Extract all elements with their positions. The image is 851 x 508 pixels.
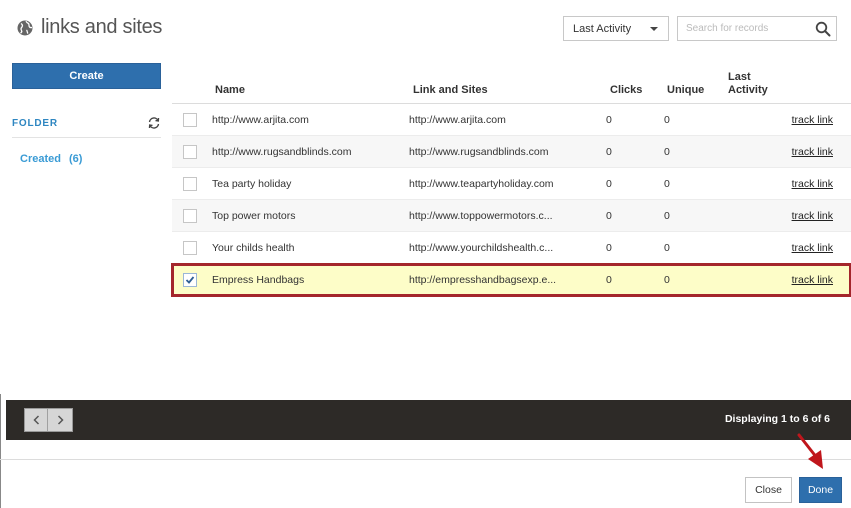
close-button[interactable]: Close — [745, 477, 792, 503]
column-header-link[interactable]: Link and Sites — [413, 84, 488, 97]
dialog-edge — [0, 394, 1, 508]
row-checkbox[interactable] — [183, 241, 197, 255]
row-name: Tea party holiday — [212, 178, 292, 190]
track-link[interactable]: track link — [792, 210, 833, 222]
sort-select-value: Last Activity — [573, 23, 632, 35]
sort-select[interactable]: Last Activity — [563, 16, 669, 41]
row-name: Empress Handbags — [212, 274, 305, 286]
row-link: http://www.rugsandblinds.com — [409, 146, 549, 158]
chevron-right-icon — [57, 415, 64, 425]
table-header: Name Link and Sites Clicks Unique Last A… — [172, 68, 851, 104]
row-unique: 0 — [664, 114, 670, 126]
column-header-unique[interactable]: Unique — [667, 84, 704, 97]
search-icon[interactable] — [815, 21, 831, 37]
row-clicks: 0 — [606, 274, 612, 286]
row-clicks: 0 — [606, 242, 612, 254]
track-link[interactable]: track link — [792, 146, 833, 158]
create-button[interactable]: Create — [12, 63, 161, 89]
row-name: http://www.arjita.com — [212, 114, 309, 126]
row-link: http://www.arjita.com — [409, 114, 506, 126]
row-link: http://www.yourchildshealth.c... — [409, 242, 554, 254]
row-checkbox[interactable] — [183, 145, 197, 159]
row-clicks: 0 — [606, 114, 612, 126]
refresh-icon[interactable] — [147, 116, 161, 130]
done-button[interactable]: Done — [799, 477, 842, 503]
annotation-arrow-icon — [797, 433, 823, 469]
row-link: http://www.teapartyholiday.com — [409, 178, 554, 190]
folder-label: FOLDER — [12, 118, 58, 129]
prev-page-button[interactable] — [25, 409, 48, 431]
row-checkbox[interactable] — [183, 177, 197, 191]
chevron-left-icon — [33, 415, 40, 425]
row-name: Your childs health — [212, 242, 295, 254]
row-link: http://www.toppowermotors.c... — [409, 210, 553, 222]
table-row[interactable]: http://www.arjita.com http://www.arjita.c… — [172, 104, 851, 136]
checkmark-icon — [185, 276, 195, 284]
column-header-name[interactable]: Name — [215, 84, 245, 97]
table-row[interactable]: Tea party holiday http://www.teapartyholi… — [172, 168, 851, 200]
table-row[interactable]: Top power motors http://www.toppowermotor… — [172, 200, 851, 232]
pagination-status: Displaying 1 to 6 of 6 — [724, 413, 830, 425]
folder-item-name: Created — [20, 153, 61, 165]
row-checkbox[interactable] — [183, 273, 197, 287]
folder-item-created[interactable]: Created (6) — [20, 153, 82, 165]
records-table: Name Link and Sites Clicks Unique Last A… — [171, 68, 851, 297]
column-header-last-activity[interactable]: Last Activity — [728, 71, 774, 97]
row-clicks: 0 — [606, 210, 612, 222]
table-row[interactable]: http://www.rugsandblinds.com http://www.r… — [172, 136, 851, 168]
globe-icon — [17, 20, 33, 36]
row-unique: 0 — [664, 242, 670, 254]
row-checkbox[interactable] — [183, 209, 197, 223]
row-clicks: 0 — [606, 178, 612, 190]
caret-down-icon — [650, 27, 658, 31]
pagination-bar: Displaying 1 to 6 of 6 — [6, 400, 851, 440]
folder-header: FOLDER — [12, 116, 161, 138]
row-checkbox[interactable] — [183, 113, 197, 127]
table-row[interactable]: Your childs health http://www.yourchildsh… — [172, 232, 851, 264]
row-unique: 0 — [664, 274, 670, 286]
table-row[interactable]: Empress Handbags http://empresshandbagsex… — [171, 263, 851, 297]
search-box — [677, 16, 837, 41]
row-link: http://empresshandbagsexp.e... — [409, 274, 557, 286]
row-unique: 0 — [664, 178, 670, 190]
row-clicks: 0 — [606, 146, 612, 158]
pager — [24, 408, 73, 432]
row-unique: 0 — [664, 210, 670, 222]
folder-item-count: (6) — [68, 153, 83, 165]
track-link[interactable]: track link — [792, 114, 833, 126]
track-link[interactable]: track link — [792, 242, 833, 254]
dialog-header: links and sites Last Activity — [0, 0, 851, 60]
search-input[interactable] — [678, 17, 812, 40]
row-unique: 0 — [664, 146, 670, 158]
next-page-button[interactable] — [49, 409, 72, 431]
track-link[interactable]: track link — [792, 274, 833, 286]
table-body: http://www.arjita.com http://www.arjita.c… — [171, 104, 851, 297]
row-name: http://www.rugsandblinds.com — [212, 146, 352, 158]
page-title: links and sites — [41, 16, 163, 38]
track-link[interactable]: track link — [792, 178, 833, 190]
footer-divider — [0, 459, 851, 460]
column-header-clicks[interactable]: Clicks — [610, 84, 642, 97]
row-name: Top power motors — [212, 210, 296, 222]
